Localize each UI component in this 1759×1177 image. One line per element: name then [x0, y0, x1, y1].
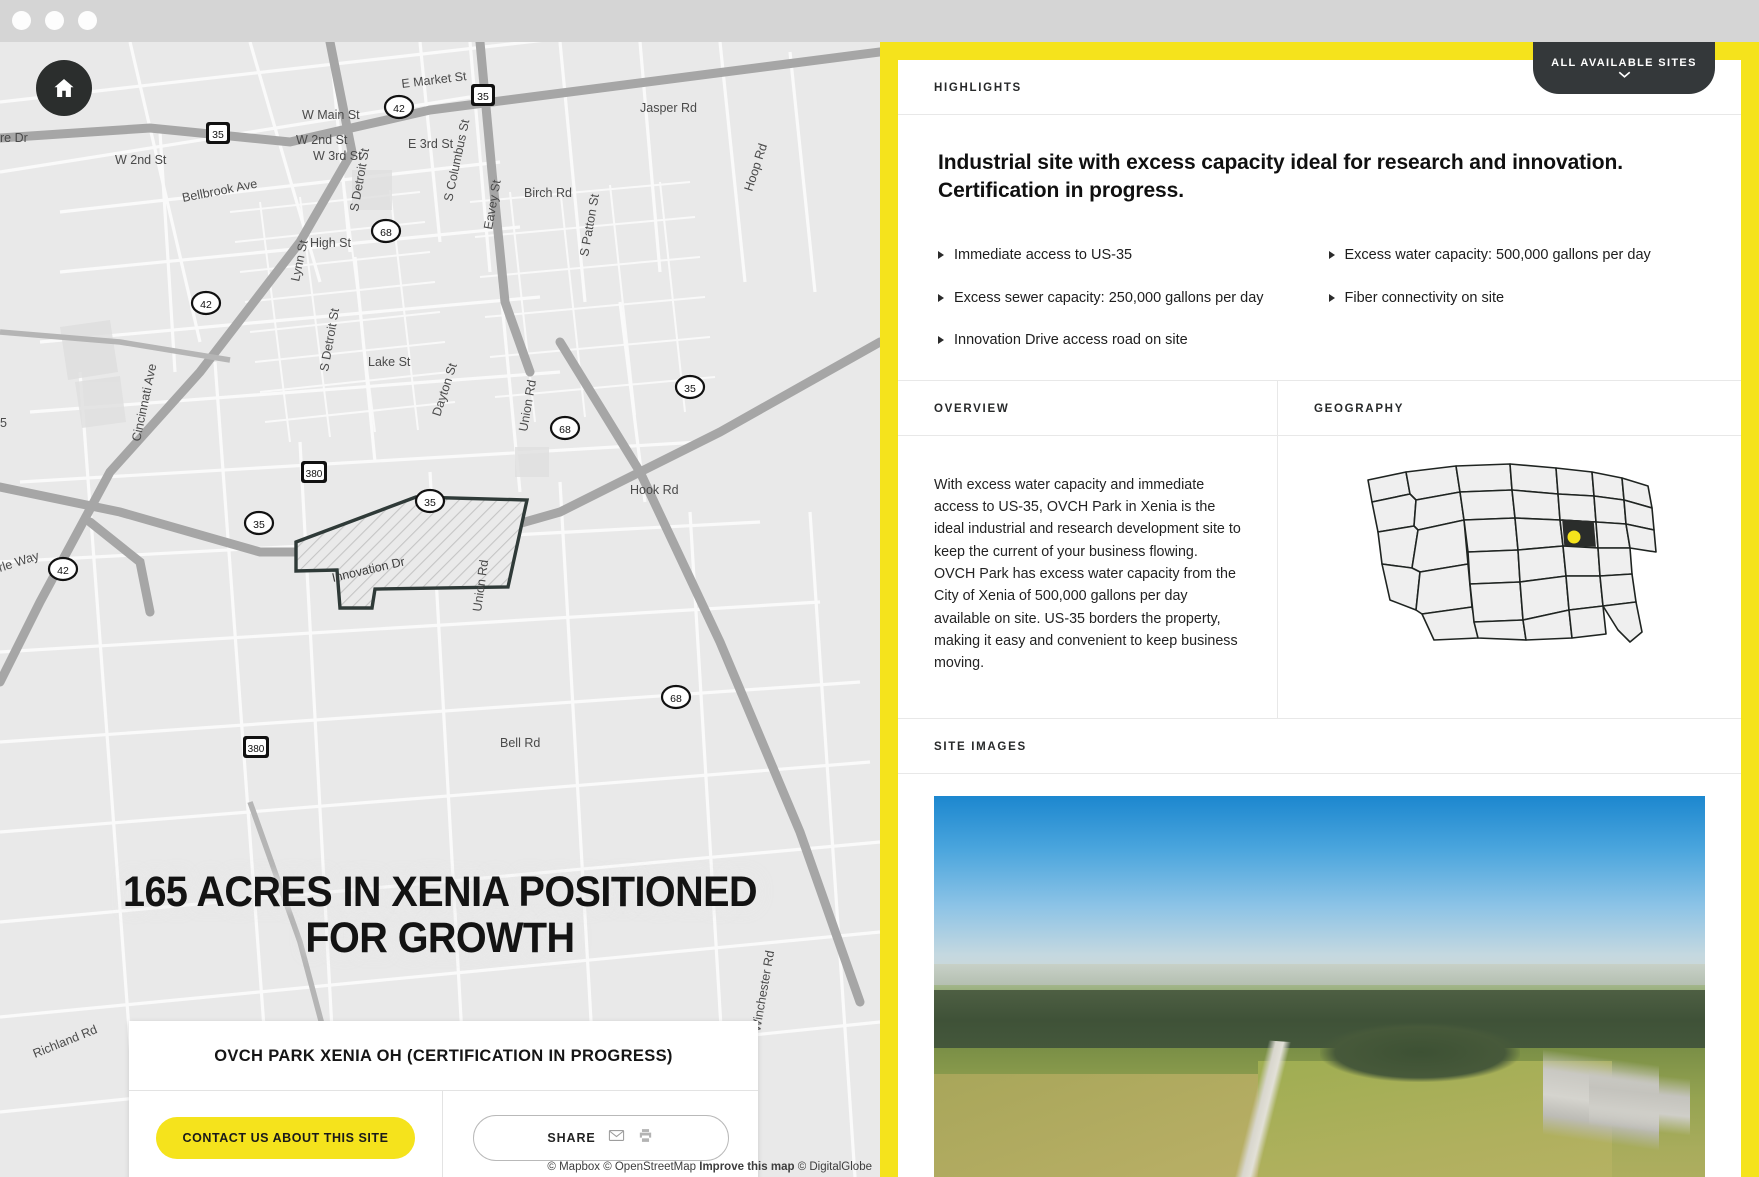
svg-text:42: 42 [200, 299, 212, 311]
svg-text:68: 68 [670, 693, 682, 705]
site-summary-card: OVCH PARK XENIA OH (CERTIFICATION IN PRO… [129, 1021, 758, 1177]
svg-text:W 3rd St: W 3rd St [313, 149, 362, 163]
svg-text:380: 380 [306, 469, 323, 480]
site-images-body [898, 774, 1741, 1177]
svg-text:E 3rd St: E 3rd St [408, 137, 454, 151]
bullet-triangle-icon [938, 251, 944, 260]
svg-text:380: 380 [248, 744, 265, 755]
all-available-sites-button[interactable]: ALL AVAILABLE SITES [1533, 42, 1715, 94]
minimize-window-button[interactable] [45, 11, 64, 30]
highlight-text: Fiber connectivity on site [1344, 289, 1505, 306]
map-pane[interactable]: Innovation Dr E Market St Jasper Rd W Ma… [0, 42, 880, 1177]
svg-text:35: 35 [212, 129, 224, 141]
overview-text: With excess water capacity and immediate… [934, 476, 1241, 672]
maximize-window-button[interactable] [78, 11, 97, 30]
close-window-button[interactable] [12, 11, 31, 30]
site-location-marker [1567, 530, 1580, 544]
bullet-triangle-icon [938, 293, 944, 302]
bullet-triangle-icon [1328, 251, 1335, 260]
improve-map-link[interactable]: Improve this map [699, 1161, 794, 1173]
contact-us-button[interactable]: CONTACT US ABOUT THIS SITE [155, 1117, 416, 1159]
list-item: Innovation Drive access road on site [938, 331, 1311, 350]
highlight-text: Immediate access to US-35 [954, 247, 1133, 264]
overview-body: With excess water capacity and immediate… [898, 436, 1277, 719]
browser-chrome [0, 0, 1759, 42]
attribution-suffix: © DigitalGlobe [797, 1161, 872, 1173]
overview-geography-row: OVERVIEW With excess water capacity and … [898, 379, 1741, 720]
highlights-lede: Industrial site with excess capacity ide… [938, 151, 1623, 202]
window-controls [12, 11, 97, 30]
svg-text:W Main St: W Main St [302, 108, 360, 122]
home-icon [54, 79, 74, 97]
svg-text:35: 35 [684, 383, 696, 395]
site-aerial-photo[interactable] [934, 796, 1705, 1177]
photo-sky [934, 796, 1705, 986]
list-item: Excess water capacity: 500,000 gallons p… [1328, 246, 1702, 265]
highlights-body: Industrial site with excess capacity ide… [898, 115, 1741, 380]
site-images-section-header: SITE IMAGES [898, 719, 1741, 775]
svg-text:35: 35 [477, 91, 489, 103]
photo-access-road [1205, 1037, 1311, 1177]
all-available-sites-label: ALL AVAILABLE SITES [1551, 57, 1697, 69]
svg-text:W 2nd St: W 2nd St [115, 153, 167, 167]
svg-text:Bell Rd: Bell Rd [500, 736, 540, 750]
site-detail-panel: HIGHLIGHTS Industrial site with excess c… [898, 60, 1741, 1177]
chevron-down-icon [1618, 71, 1630, 78]
page-title: 165 ACRES IN XENIA POSITIONED FOR GROWTH [123, 868, 758, 962]
share-label: SHARE [547, 1131, 596, 1145]
svg-text:42: 42 [57, 565, 69, 577]
svg-text:35: 35 [253, 519, 265, 531]
list-item: Immediate access to US-35 [938, 246, 1311, 265]
geography-column: GEOGRAPHY [1278, 381, 1741, 719]
bullet-triangle-icon [938, 335, 944, 344]
svg-text:68: 68 [380, 227, 392, 239]
overview-section-header: OVERVIEW [898, 381, 1277, 436]
svg-text:Hook Rd: Hook Rd [630, 483, 679, 497]
overview-column: OVERVIEW With excess water capacity and … [898, 380, 1278, 719]
svg-text:68: 68 [559, 424, 571, 436]
share-button[interactable]: SHARE [472, 1115, 729, 1161]
photo-highway-secondary [1589, 998, 1690, 1177]
home-button[interactable] [36, 60, 92, 116]
app-window: Innovation Dr E Market St Jasper Rd W Ma… [0, 0, 1759, 1177]
photo-tree-cluster [1319, 1023, 1520, 1083]
highlight-text: Innovation Drive access road on site [954, 331, 1188, 348]
list-item: Excess sewer capacity: 250,000 gallons p… [938, 289, 1311, 308]
geography-section-header: GEOGRAPHY [1278, 381, 1741, 436]
svg-text:Jasper Rd: Jasper Rd [640, 101, 697, 115]
print-icon[interactable] [637, 1127, 654, 1149]
svg-text:Lake St: Lake St [368, 355, 411, 369]
street-map[interactable]: Innovation Dr E Market St Jasper Rd W Ma… [0, 42, 880, 1177]
svg-text:Birch Rd: Birch Rd [524, 186, 572, 200]
svg-text:re Dr: re Dr [0, 131, 28, 145]
highlights-list: Immediate access to US-35 Excess water c… [938, 246, 1701, 349]
highlight-text: Excess water capacity: 500,000 gallons p… [1344, 247, 1651, 264]
svg-text:W 2nd St: W 2nd St [296, 133, 348, 147]
geography-body [1278, 436, 1741, 692]
contact-cell: CONTACT US ABOUT THIS SITE [129, 1091, 443, 1177]
svg-text:35: 35 [424, 497, 436, 509]
list-item: Fiber connectivity on site [1328, 289, 1702, 308]
attribution-prefix: © Mapbox © OpenStreetMap [547, 1161, 697, 1173]
svg-text:High St: High St [310, 236, 352, 250]
highlight-text: Excess sewer capacity: 250,000 gallons p… [954, 289, 1264, 306]
map-attribution: © Mapbox © OpenStreetMap Improve this ma… [547, 1161, 872, 1173]
bullet-triangle-icon [1328, 293, 1335, 302]
site-card-title: OVCH PARK XENIA OH (CERTIFICATION IN PRO… [129, 1021, 758, 1091]
mail-icon[interactable] [608, 1127, 625, 1149]
us-map-icon [1366, 463, 1657, 644]
svg-text:42: 42 [393, 103, 405, 115]
svg-text:5: 5 [0, 416, 7, 430]
